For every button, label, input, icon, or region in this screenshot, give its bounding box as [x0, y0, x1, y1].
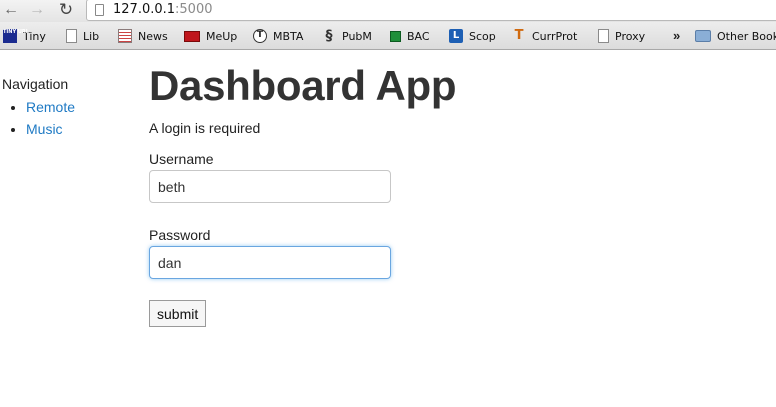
- address-bar[interactable]: 127.0.0.1:5000: [86, 0, 776, 21]
- login-form: Username Password submit: [149, 151, 749, 327]
- navigation-list: Remote Music: [2, 96, 75, 140]
- bookmark-proxy[interactable]: Proxy: [598, 28, 645, 44]
- url-host: 127.0.0.1: [113, 2, 176, 17]
- page-icon: [66, 29, 77, 43]
- back-arrow-icon[interactable]: ←: [2, 1, 20, 19]
- bookmark-news[interactable]: News: [118, 28, 168, 44]
- navigation-heading: Navigation: [2, 76, 69, 92]
- page-icon: [598, 29, 609, 43]
- bookmark-label: MeUp: [206, 29, 238, 43]
- bookmark-label: PubM: [342, 29, 372, 43]
- sidebar-navigation: Navigation Remote Music: [2, 76, 75, 140]
- login-notice: A login is required: [149, 120, 261, 136]
- reload-icon[interactable]: ↻: [57, 1, 75, 19]
- folder-icon: [695, 30, 711, 42]
- pubmed-icon: §: [325, 28, 333, 44]
- scopus-icon: L: [449, 29, 463, 43]
- nav-item-music: Music: [26, 118, 75, 140]
- bookmarks-bar: TINY URL Tiny Lib News MeUp T MBTA § Pub…: [0, 22, 776, 50]
- bookmark-label: Proxy: [615, 29, 646, 43]
- url-port: :5000: [175, 2, 213, 17]
- bac-icon: [390, 30, 401, 42]
- username-input[interactable]: [149, 170, 391, 203]
- bookmark-label: Scop: [469, 29, 496, 43]
- bookmark-currprot[interactable]: T CurrProt: [512, 28, 578, 44]
- bookmark-scop[interactable]: L Scop: [449, 28, 496, 44]
- bookmark-label: CurrProt: [532, 29, 578, 43]
- page-icon: [95, 4, 104, 16]
- meup-icon: [184, 30, 200, 42]
- bookmark-lib[interactable]: Lib: [66, 28, 99, 44]
- other-bookmarks[interactable]: Other Bookmarks: [695, 28, 776, 44]
- page-title: Dashboard App: [149, 62, 457, 109]
- main-content: Dashboard App A login is required Userna…: [149, 62, 749, 327]
- bookmark-label: MBTA: [273, 29, 304, 43]
- tinyurl-icon: TINY URL: [3, 29, 29, 43]
- nav-link-remote[interactable]: Remote: [26, 99, 75, 115]
- browser-toolbar: ← → ↻ 127.0.0.1:5000: [0, 0, 776, 22]
- password-input[interactable]: [149, 246, 391, 279]
- submit-button[interactable]: submit: [149, 300, 207, 327]
- mbta-icon: T: [253, 29, 267, 43]
- news-icon: [118, 29, 132, 43]
- bookmark-label: News: [138, 29, 168, 43]
- nav-item-remote: Remote: [26, 96, 75, 118]
- bookmark-mbta[interactable]: T MBTA: [253, 28, 303, 44]
- bookmark-tiny[interactable]: TINY URL Tiny: [3, 28, 46, 44]
- forward-arrow-icon[interactable]: →: [28, 1, 46, 19]
- bookmark-meup[interactable]: MeUp: [184, 28, 237, 44]
- bookmark-pubm[interactable]: § PubM: [322, 28, 372, 44]
- url-text[interactable]: 127.0.0.1:5000: [113, 2, 213, 17]
- bookmarks-overflow-chevron-icon[interactable]: »: [673, 28, 680, 43]
- nav-link-music[interactable]: Music: [26, 121, 63, 137]
- password-label: Password: [149, 227, 211, 243]
- bookmark-label: BAC: [407, 29, 430, 43]
- bookmark-bac[interactable]: BAC: [390, 28, 430, 44]
- username-label: Username: [149, 151, 214, 167]
- bookmark-label: Lib: [83, 29, 100, 43]
- other-bookmarks-label: Other Bookmarks: [717, 29, 776, 43]
- currprot-icon: T: [514, 28, 524, 43]
